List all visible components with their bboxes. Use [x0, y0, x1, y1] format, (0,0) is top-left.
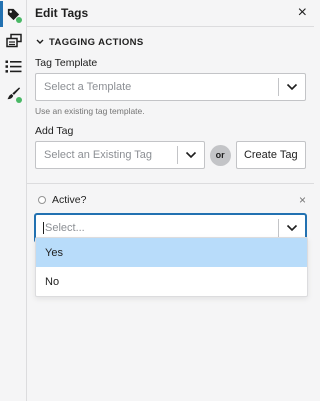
status-dot [16, 17, 22, 23]
divider [27, 183, 314, 184]
active-options-menu: Yes No [35, 237, 308, 297]
tag-template-placeholder: Select a Template [44, 81, 132, 93]
add-tag-placeholder: Select an Existing Tag [44, 149, 153, 161]
option-yes[interactable]: Yes [36, 238, 307, 267]
dropdown-caret[interactable] [279, 224, 305, 232]
layers-icon [5, 33, 22, 47]
rail-item-styles[interactable] [0, 80, 27, 106]
tagging-actions-section: TAGGING ACTIONS Tag Template Select a Te… [27, 36, 314, 169]
status-dot [16, 97, 22, 103]
dropdown-caret[interactable] [279, 83, 305, 91]
add-tag-row: Select an Existing Tag or Create Tag [35, 141, 306, 169]
rail-item-list[interactable] [0, 53, 27, 79]
panel-header: Edit Tags [27, 0, 314, 27]
chevron-down-icon [185, 151, 196, 159]
add-tag-select[interactable]: Select an Existing Tag [35, 141, 205, 169]
editor-sidebar-rail [0, 0, 27, 401]
add-tag-label: Add Tag [35, 125, 74, 137]
dropdown-caret[interactable] [178, 151, 204, 159]
panel-title: Edit Tags [35, 6, 89, 20]
remove-icon[interactable]: × [299, 193, 306, 207]
chevron-down-icon [286, 83, 298, 91]
rail-item-tags[interactable] [0, 1, 27, 27]
chevron-down-icon [36, 39, 44, 44]
option-no[interactable]: No [36, 267, 307, 296]
tag-template-help: Use an existing tag template. [35, 106, 145, 116]
active-field: Active? × Select... [27, 193, 314, 242]
rail-item-layers[interactable] [0, 27, 27, 53]
close-icon[interactable]: × [298, 5, 307, 21]
list-icon [5, 60, 22, 73]
active-radio[interactable] [38, 196, 46, 204]
chevron-down-icon [286, 224, 298, 232]
section-toggle[interactable]: TAGGING ACTIONS [35, 36, 306, 48]
active-label: Active? [52, 194, 87, 206]
tag-template-label: Tag Template [35, 57, 98, 69]
edit-tags-panel: Edit Tags × TAGGING ACTIONS Tag Template… [27, 0, 314, 401]
tag-template-select[interactable]: Select a Template [35, 73, 306, 101]
create-tag-button[interactable]: Create Tag [235, 141, 306, 169]
section-title: TAGGING ACTIONS [49, 36, 144, 48]
active-placeholder: Select... [45, 222, 85, 234]
active-field-header: Active? × [35, 193, 306, 207]
or-badge: or [209, 144, 231, 166]
